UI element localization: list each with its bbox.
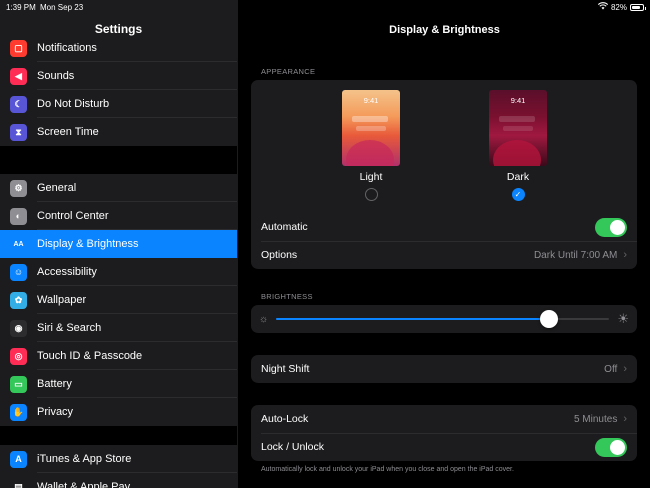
sidebar-item-label: Sounds bbox=[37, 70, 75, 82]
options-label: Options bbox=[261, 249, 298, 261]
options-value: Dark Until 7:00 AM bbox=[533, 249, 618, 261]
sidebar-item-label: Wallpaper bbox=[37, 294, 87, 306]
options-row[interactable]: Options Dark Until 7:00 AM › bbox=[251, 241, 637, 269]
brightness-card: ☼ ☀ bbox=[251, 305, 637, 333]
sidebar-item-label: Screen Time bbox=[37, 126, 99, 138]
automatic-label: Automatic bbox=[261, 221, 308, 233]
sidebar-item-label: iTunes & App Store bbox=[37, 453, 132, 465]
wallet-icon: ▤ bbox=[10, 478, 27, 488]
sidebar-group-1: ▢ Notifications ◀ Sounds ☾ Do Not Disturb ⧗ Scr… bbox=[0, 34, 237, 146]
sidebar-group-3: AiTunes & App Store ▤ Wallet & Apple Pay bbox=[0, 445, 237, 488]
sidebar-item-label: Privacy bbox=[37, 406, 74, 418]
dark-label: Dark bbox=[506, 171, 530, 183]
automatic-toggle[interactable] bbox=[595, 217, 627, 237]
sidebar-item-label: General bbox=[37, 182, 77, 194]
sidebar-item-notifications[interactable]: ▢ Notifications bbox=[0, 34, 237, 62]
sidebar-item-label: Display & Brightness bbox=[37, 238, 139, 250]
sidebar-item-accessibility[interactable]: ☺ Accessibility bbox=[0, 258, 237, 286]
brightness-slider-thumb[interactable] bbox=[540, 310, 559, 328]
lock-card: Auto-Lock 5 Minutes › Lock / Unlock bbox=[251, 405, 637, 461]
sidebar-item-display-brightness[interactable]: AA Display & Brightness bbox=[0, 230, 237, 258]
automatic-row: Automatic bbox=[251, 213, 637, 241]
sidebar-item-label: Siri & Search bbox=[37, 322, 102, 334]
appearance-section-title: APPEARANCE bbox=[261, 67, 316, 76]
night-shift-label: Night Shift bbox=[261, 363, 310, 375]
sidebar-item-label: Touch ID & Passcode bbox=[37, 350, 143, 362]
auto-lock-label: Auto-Lock bbox=[261, 413, 309, 425]
night-shift-row[interactable]: Night Shift Off › bbox=[251, 355, 637, 383]
sidebar-item-sounds[interactable]: ◀ Sounds bbox=[0, 62, 237, 90]
chevron-right-icon: › bbox=[623, 363, 627, 375]
chevron-right-icon: › bbox=[623, 413, 627, 425]
settings-sidebar: Settings ▢ Notifications ◀ Sounds ☾ Do Not Di… bbox=[0, 0, 238, 488]
dark-radio-checkmark-icon[interactable]: ✓ bbox=[511, 188, 525, 201]
chevron-right-icon: › bbox=[623, 249, 627, 261]
lock-unlock-row: Lock / Unlock bbox=[251, 433, 637, 461]
sidebar-item-label: Do Not Disturb bbox=[37, 98, 110, 110]
brightness-slider-row: ☼ ☀ bbox=[251, 305, 637, 333]
sidebar-item-itunes-app-store[interactable]: AiTunes & App Store bbox=[0, 445, 237, 473]
sidebar-item-label: Accessibility bbox=[37, 266, 97, 278]
aa-icon: AA bbox=[13, 240, 24, 248]
sidebar-item-label: Control Center bbox=[37, 210, 109, 222]
sidebar-item-siri-search[interactable]: ◉ Siri & Search bbox=[0, 314, 237, 342]
auto-lock-value: 5 Minutes bbox=[573, 413, 618, 425]
brightness-section-title: BRIGHTNESS bbox=[261, 292, 313, 301]
sidebar-item-wallet-apple-pay[interactable]: ▤ Wallet & Apple Pay bbox=[0, 473, 237, 488]
wifi-icon bbox=[597, 2, 609, 12]
lock-unlock-label: Lock / Unlock bbox=[261, 441, 325, 453]
gear-icon: ⚙ bbox=[10, 179, 27, 197]
status-bar: 1:39 PM Mon Sep 23 82% bbox=[0, 0, 650, 14]
night-shift-value: Off bbox=[604, 363, 618, 375]
sidebar-group-2: ⚙ General ◐ Control Center AA Display & Brigh… bbox=[0, 174, 237, 426]
accessibility-icon: ☺ bbox=[10, 263, 27, 281]
appearance-card: 9:41 Light 9:41 Dark ✓ Automatic Options… bbox=[251, 80, 637, 269]
hand-icon: ✋ bbox=[10, 403, 27, 421]
sidebar-item-general[interactable]: ⚙ General bbox=[0, 174, 237, 202]
brightness-slider[interactable] bbox=[276, 310, 610, 328]
sidebar-item-privacy[interactable]: ✋ Privacy bbox=[0, 398, 237, 426]
toggles-icon: ◐ bbox=[10, 207, 27, 225]
moon-icon: ☾ bbox=[10, 95, 27, 113]
sun-small-icon: ☼ bbox=[259, 313, 269, 325]
display-brightness-pane: Display & Brightness APPEARANCE 9:41 Lig… bbox=[239, 0, 650, 488]
light-radio[interactable] bbox=[364, 188, 378, 201]
battery-status-icon bbox=[630, 3, 646, 11]
sidebar-item-label: Battery bbox=[37, 378, 72, 390]
sounds-icon: ◀ bbox=[10, 67, 27, 85]
sidebar-item-label: Notifications bbox=[37, 42, 97, 54]
sidebar-item-control-center[interactable]: ◐ Control Center bbox=[0, 202, 237, 230]
battery-icon: ▭ bbox=[10, 375, 27, 393]
auto-lock-row[interactable]: Auto-Lock 5 Minutes › bbox=[251, 405, 637, 433]
light-option[interactable]: 9:41 Light bbox=[342, 90, 400, 201]
flower-icon: ✿ bbox=[10, 291, 27, 309]
sidebar-item-screen-time[interactable]: ⧗ Screen Time bbox=[0, 118, 237, 146]
app-store-icon: A bbox=[10, 450, 27, 468]
notifications-icon: ▢ bbox=[10, 39, 27, 57]
lock-unlock-toggle[interactable] bbox=[595, 437, 627, 457]
siri-icon: ◉ bbox=[10, 319, 27, 337]
sidebar-item-battery[interactable]: ▭ Battery bbox=[0, 370, 237, 398]
sun-large-icon: ☀ bbox=[617, 311, 629, 326]
sidebar-item-do-not-disturb[interactable]: ☾ Do Not Disturb bbox=[0, 90, 237, 118]
night-shift-card: Night Shift Off › bbox=[251, 355, 637, 383]
sidebar-item-label: Wallet & Apple Pay bbox=[37, 481, 131, 488]
sidebar-item-touch-id-passcode[interactable]: ◎ Touch ID & Passcode bbox=[0, 342, 237, 370]
sidebar-item-wallpaper[interactable]: ✿ Wallpaper bbox=[0, 286, 237, 314]
hourglass-icon: ⧗ bbox=[10, 123, 27, 141]
status-time: 1:39 PM bbox=[6, 3, 36, 12]
battery-percent: 82% bbox=[610, 2, 627, 12]
lock-footnote: Automatically lock and unlock your iPad … bbox=[261, 466, 514, 473]
appearance-options: 9:41 Light 9:41 Dark ✓ bbox=[251, 80, 637, 213]
light-label: Light bbox=[359, 171, 383, 183]
light-preview[interactable]: 9:41 bbox=[342, 90, 400, 166]
dark-preview[interactable]: 9:41 bbox=[489, 90, 547, 166]
status-date: Mon Sep 23 bbox=[40, 3, 84, 12]
status-right: 82% bbox=[597, 2, 646, 12]
dark-option[interactable]: 9:41 Dark ✓ bbox=[489, 90, 547, 201]
fingerprint-icon: ◎ bbox=[10, 347, 27, 365]
